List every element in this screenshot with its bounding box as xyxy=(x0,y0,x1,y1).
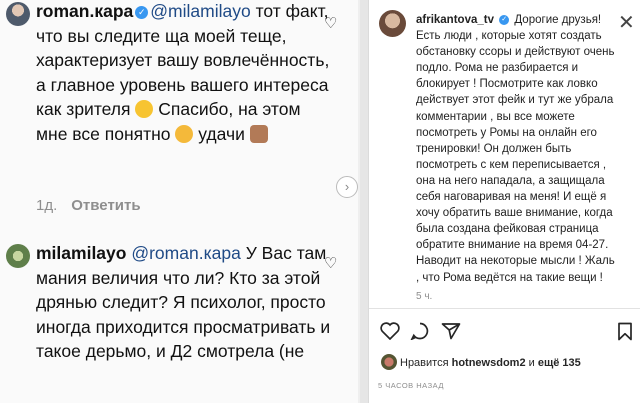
comment-username[interactable]: roman.кара xyxy=(36,1,133,21)
post-timestamp: 5 ЧАСОВ НАЗАД xyxy=(378,381,444,390)
laughing-emoji-icon xyxy=(175,124,194,143)
verified-badge-icon: ✓ xyxy=(135,6,149,19)
post-time: 5 ч. xyxy=(416,291,433,302)
post-username[interactable]: afrikantova_tv xyxy=(416,14,494,26)
comments-panel: roman.кара ✓ @milamilayo тот факт, что вы … xyxy=(0,0,358,403)
separator xyxy=(369,308,640,309)
heart-icon[interactable]: ♡ xyxy=(324,254,337,272)
comment-body: roman.кара ✓ @milamilayo тот факт, что вы … xyxy=(36,0,332,146)
comment-body: milamilayo @roman.кара У Вас там мания в… xyxy=(36,241,332,364)
likes-user[interactable]: hotnewsdom2 xyxy=(452,357,526,369)
bookmark-icon[interactable] xyxy=(617,322,633,341)
divider xyxy=(360,0,368,403)
fist-emoji-icon xyxy=(249,124,268,143)
comment-mention[interactable]: @milamilayo xyxy=(150,1,250,21)
avatar[interactable] xyxy=(6,244,30,268)
avatar[interactable] xyxy=(381,354,397,370)
chevron-right-icon[interactable]: › xyxy=(336,176,358,198)
heart-icon[interactable]: ♡ xyxy=(324,14,337,32)
share-icon[interactable] xyxy=(441,322,461,340)
post-text: Дорогие друзья! Есть люди , которые хотя… xyxy=(416,14,615,284)
reply-button[interactable]: Ответить xyxy=(71,197,140,214)
post-caption: afrikantova_tv ✓ Дорогие друзья! Есть лю… xyxy=(416,12,616,286)
verified-badge-icon: ✓ xyxy=(499,15,510,25)
close-icon[interactable]: ✕ xyxy=(618,10,635,35)
heart-icon[interactable] xyxy=(380,322,400,340)
avatar[interactable] xyxy=(6,2,30,26)
likes-more[interactable]: ещё 135 xyxy=(538,357,581,369)
smile-emoji-icon xyxy=(135,100,154,118)
likes-line: Нравится hotnewsdom2 и ещё 135 xyxy=(400,357,581,369)
comment-meta: 1д. Ответить xyxy=(36,197,141,214)
likes-prefix: Нравится xyxy=(400,357,449,369)
comment-time: 1д. xyxy=(36,197,58,214)
likes-and: и xyxy=(528,357,535,369)
comment-text-3: удачи xyxy=(198,123,245,144)
avatar[interactable] xyxy=(379,10,406,37)
comment-icon[interactable] xyxy=(410,322,430,340)
comment-mention[interactable]: @roman.кара xyxy=(131,243,240,263)
comment-username[interactable]: milamilayo xyxy=(36,243,126,263)
